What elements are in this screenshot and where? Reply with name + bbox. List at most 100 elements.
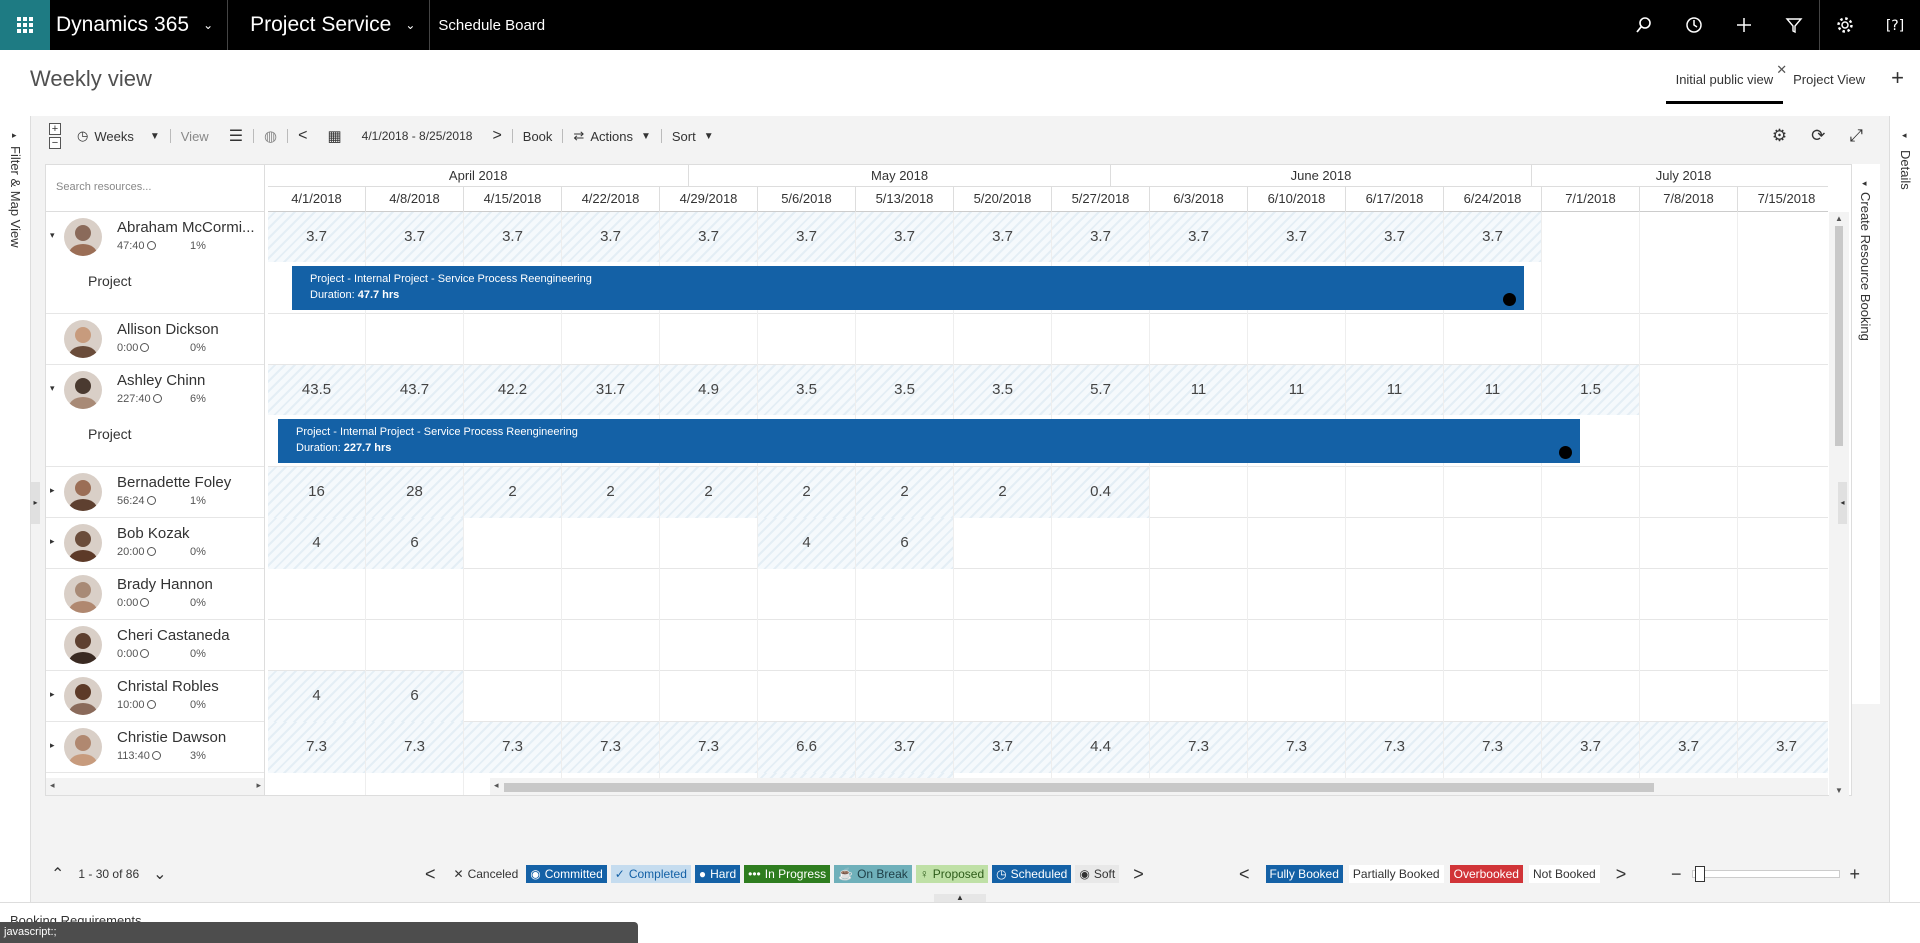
resource-row[interactable]: ▾ Ashley Chinn 227:40 6% Project: [46, 365, 264, 467]
booking-hours-cell[interactable]: [268, 773, 366, 795]
booking-hours-cell[interactable]: [464, 518, 562, 569]
booking-hours-cell[interactable]: [1542, 212, 1640, 314]
resource-horizontal-scrollbar[interactable]: ◂ ▸: [46, 778, 264, 795]
booking-hours-cell[interactable]: [856, 620, 954, 671]
resource-row[interactable]: ▾ Abraham McCormi... 47:40 1% Project: [46, 212, 264, 314]
booking-hours-cell[interactable]: 2: [954, 467, 1052, 518]
history-icon[interactable]: [1669, 0, 1719, 50]
booking-hours-cell[interactable]: [1444, 620, 1542, 671]
booking-hours-cell[interactable]: [1542, 671, 1640, 722]
booking-hours-cell[interactable]: [1640, 365, 1738, 467]
create-resource-booking-toggle[interactable]: ◂ Create Resource Booking: [1852, 164, 1880, 704]
booking-hours-cell[interactable]: [1150, 518, 1248, 569]
booking-hours-cell[interactable]: [1738, 365, 1828, 467]
booking-hours-cell[interactable]: [464, 569, 562, 620]
availability-prev-button[interactable]: <: [1229, 864, 1260, 885]
calendar-icon[interactable]: ▦: [317, 121, 351, 151]
booking-hours-cell[interactable]: 4: [758, 518, 856, 569]
resource-name[interactable]: Cheri Castaneda: [117, 627, 262, 644]
booking-hours-cell[interactable]: [1248, 467, 1346, 518]
booking-hours-cell[interactable]: [1640, 314, 1738, 365]
resource-name[interactable]: Bob Kozak: [117, 525, 262, 542]
timeline-horizontal-scrollbar[interactable]: ◂ ▸: [490, 778, 1828, 795]
booking-hours-cell[interactable]: 6: [366, 518, 464, 569]
booking-hours-cell[interactable]: [1738, 467, 1828, 518]
expand-toggle-icon[interactable]: ▸: [50, 485, 55, 496]
booking-hours-cell[interactable]: [464, 671, 562, 722]
booking-hours-cell[interactable]: [1150, 671, 1248, 722]
booking-hours-cell[interactable]: 7.3: [366, 722, 464, 773]
booking-hours-cell[interactable]: [464, 314, 562, 365]
next-period-button[interactable]: >: [482, 121, 511, 151]
chevron-up-icon[interactable]: ⌃: [51, 864, 64, 884]
tab-project-view[interactable]: Project View: [1783, 66, 1875, 104]
booking-hours-cell[interactable]: [1542, 620, 1640, 671]
plus-icon[interactable]: [1719, 0, 1769, 50]
globe-icon[interactable]: ◍: [254, 121, 287, 151]
booking-hours-cell[interactable]: [366, 773, 464, 795]
booking-hours-cell[interactable]: [1052, 569, 1150, 620]
booking-hours-cell[interactable]: [758, 569, 856, 620]
booking-hours-cell[interactable]: [1150, 620, 1248, 671]
booking-hours-cell[interactable]: [1444, 467, 1542, 518]
booking-hours-cell[interactable]: 3.7: [856, 722, 954, 773]
booking-hours-cell[interactable]: [1346, 518, 1444, 569]
filter-icon[interactable]: [1769, 0, 1819, 50]
settings-icon[interactable]: [1820, 0, 1870, 50]
resource-name[interactable]: Bernadette Foley: [117, 474, 262, 491]
chevron-down-icon[interactable]: ⌄: [153, 864, 166, 884]
booking-hours-cell[interactable]: [562, 314, 660, 365]
booking-hours-cell[interactable]: 2: [464, 467, 562, 518]
booking-hours-cell[interactable]: 6: [856, 518, 954, 569]
booking-hours-cell[interactable]: 2: [856, 467, 954, 518]
booking-hours-cell[interactable]: [758, 671, 856, 722]
booking-hours-cell[interactable]: 3.7: [1640, 722, 1738, 773]
booking-hours-cell[interactable]: 6: [366, 671, 464, 722]
booking-hours-cell[interactable]: [562, 569, 660, 620]
resource-row[interactable]: ▸ Christie Dawson 113:40 3%: [46, 722, 264, 773]
booking-hours-cell[interactable]: [660, 314, 758, 365]
legend-next-button[interactable]: >: [1123, 864, 1154, 885]
booking-hours-cell[interactable]: [562, 620, 660, 671]
resource-row[interactable]: ▸ Christal Robles 10:00 0%: [46, 671, 264, 722]
booking-hours-cell[interactable]: [660, 569, 758, 620]
resource-name[interactable]: Christie Dawson: [117, 729, 262, 746]
booking-hours-cell[interactable]: [1738, 314, 1828, 365]
booking-hours-cell[interactable]: [1444, 314, 1542, 365]
expand-toggle-icon[interactable]: ▸: [50, 689, 55, 700]
booking-hours-cell[interactable]: 3.7: [1542, 722, 1640, 773]
zoom-slider[interactable]: [1691, 866, 1840, 882]
booking-hours-cell[interactable]: [954, 671, 1052, 722]
booking-hours-cell[interactable]: [268, 569, 366, 620]
booking-hours-cell[interactable]: [660, 518, 758, 569]
scroll-down-icon[interactable]: ▼: [1835, 786, 1843, 795]
zoom-out-button[interactable]: −: [1671, 864, 1682, 885]
booking-hours-cell[interactable]: [1248, 620, 1346, 671]
booking-hours-cell[interactable]: [1346, 467, 1444, 518]
zoom-in-button[interactable]: +: [1850, 864, 1861, 885]
booking-requirements-toggle[interactable]: ▲: [934, 894, 986, 902]
booking-hours-cell[interactable]: [1444, 518, 1542, 569]
booking-hours-cell[interactable]: 2: [562, 467, 660, 518]
booking-hours-cell[interactable]: [1052, 518, 1150, 569]
booking-hours-cell[interactable]: [758, 620, 856, 671]
booking-bar-handle[interactable]: [1559, 446, 1572, 459]
expand-toggle-icon[interactable]: ▸: [50, 740, 55, 751]
booking-hours-cell[interactable]: [1248, 518, 1346, 569]
booking-hours-cell[interactable]: 7.3: [464, 722, 562, 773]
booking-hours-cell[interactable]: [1346, 620, 1444, 671]
booking-hours-cell[interactable]: [954, 569, 1052, 620]
booking-hours-cell[interactable]: [1542, 314, 1640, 365]
resource-row[interactable]: Allison Dickson 0:00 0%: [46, 314, 264, 365]
search-resources-input[interactable]: Search resources...: [46, 165, 264, 212]
scroll-right-icon[interactable]: ▸: [256, 780, 261, 791]
actions-menu[interactable]: ⇄ Actions ▼: [563, 121, 660, 151]
booking-hours-cell[interactable]: [1640, 620, 1738, 671]
booking-hours-cell[interactable]: 2: [758, 467, 856, 518]
booking-hours-cell[interactable]: [1738, 620, 1828, 671]
slider-knob[interactable]: [1694, 866, 1705, 882]
scroll-up-icon[interactable]: ▲: [1835, 214, 1843, 223]
booking-hours-cell[interactable]: [1346, 569, 1444, 620]
booking-hours-cell[interactable]: [1738, 518, 1828, 569]
previous-period-button[interactable]: <: [288, 121, 317, 151]
